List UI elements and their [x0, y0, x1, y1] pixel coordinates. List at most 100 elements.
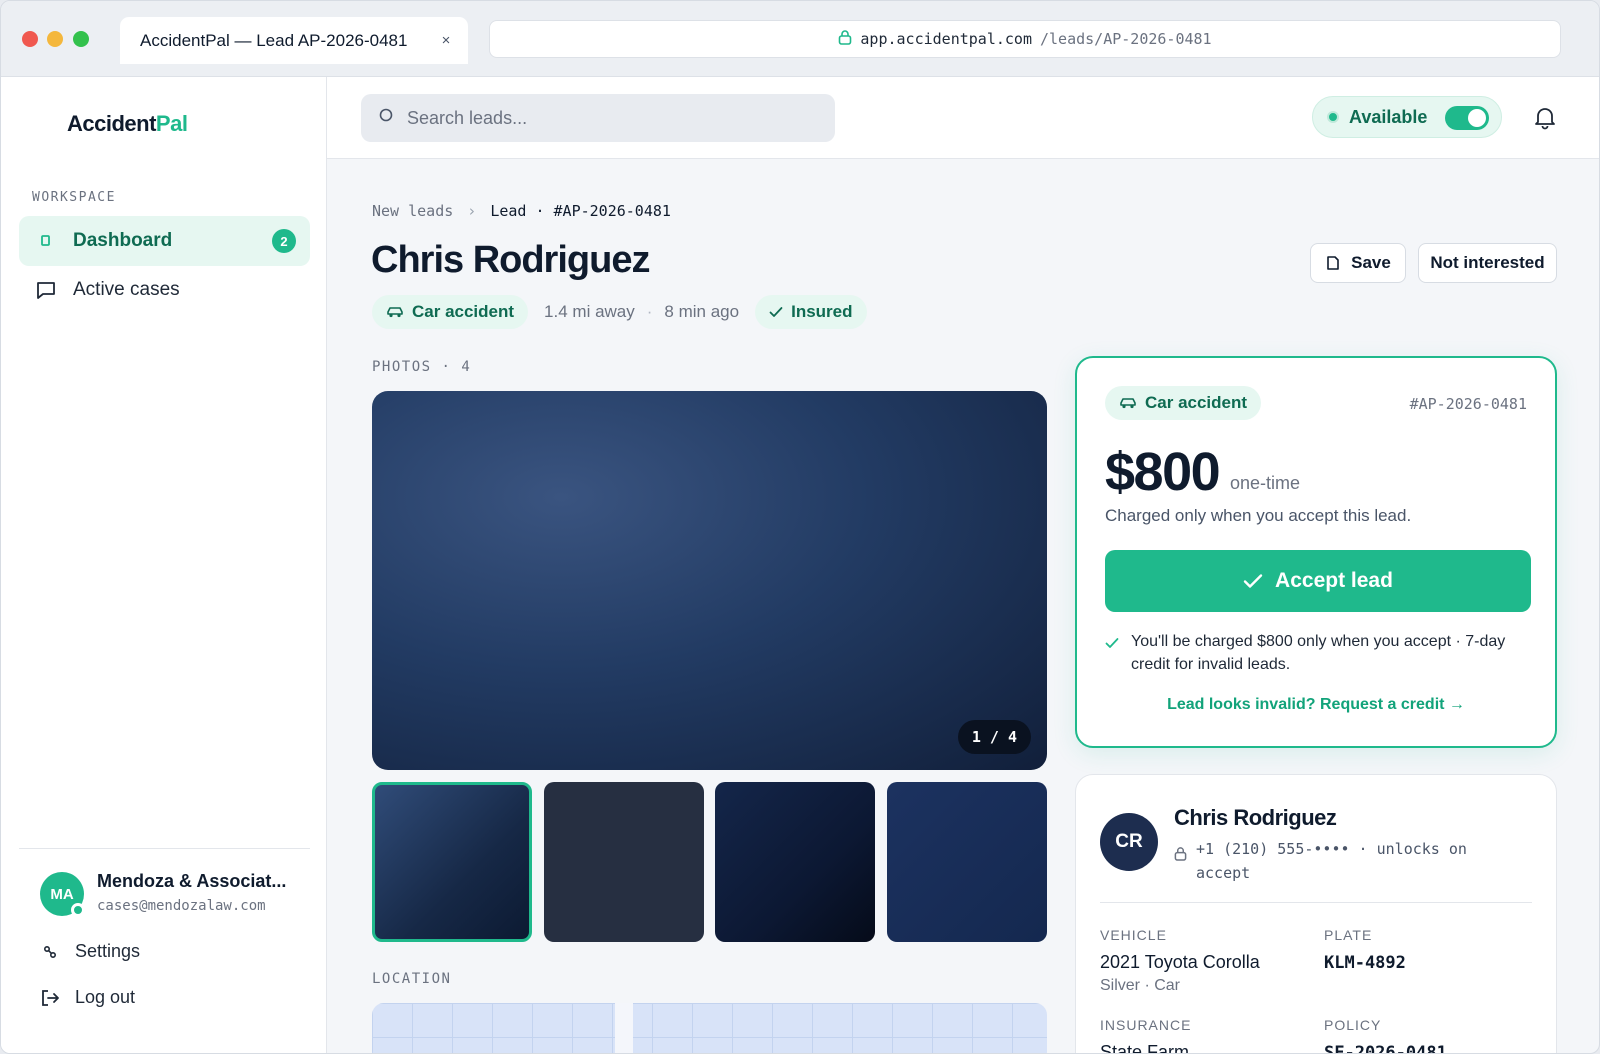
breadcrumb-current: Lead · #AP-2026-0481 [490, 202, 671, 220]
location-section-label: LOCATION [372, 971, 452, 987]
maximize-window-button[interactable] [73, 31, 89, 47]
vehicle-label: VEHICLE [1100, 927, 1167, 943]
chevron-right-icon: › [467, 202, 477, 220]
sidebar-item-label: Dashboard [73, 230, 173, 251]
lead-distance: 1.4 mi away [544, 302, 635, 321]
sidebar: AccidentPal WORKSPACE Dashboard 2 Active… [1, 77, 327, 1053]
account-email: cases@mendozalaw.com [97, 898, 266, 914]
close-window-button[interactable] [22, 31, 38, 47]
url-bar[interactable]: app.accidentpal.com /leads/AP-2026-0481 [489, 20, 1561, 58]
contact-name: Chris Rodriguez [1174, 805, 1337, 830]
plate-value: KLM-4892 [1324, 953, 1406, 973]
square-icon [35, 230, 57, 252]
search-icon [379, 108, 395, 129]
tab-title: AccidentPal — Lead AP-2026-0481 [140, 30, 408, 50]
breadcrumb: New leads › Lead · #AP-2026-0481 [372, 202, 671, 220]
app-window: AccidentPal — Lead AP-2026-0481 × app.ac… [0, 0, 1600, 1054]
check-icon [1105, 630, 1131, 676]
tab-close-icon[interactable]: × [432, 32, 460, 49]
breadcrumb-parent[interactable]: New leads [372, 202, 453, 220]
accident-type-label: Car accident [412, 302, 515, 321]
search-input[interactable] [407, 107, 807, 129]
settings-icon [39, 944, 61, 960]
insured-badge: Insured [755, 295, 867, 329]
bookmark-icon [1325, 255, 1341, 271]
logo-main-text: Accident [67, 111, 156, 136]
save-label: Save [1351, 253, 1391, 272]
price-note: Charged only when you accept this lead. [1105, 506, 1412, 525]
accident-type-badge: Car accident [1105, 386, 1262, 420]
lead-time: 8 min ago [664, 302, 740, 321]
vehicle-sub: Silver · Car [1100, 977, 1181, 994]
notification-badge: 2 [272, 229, 296, 253]
logout-icon [39, 988, 61, 1008]
availability-switch[interactable] [1445, 106, 1489, 130]
availability-toggle[interactable]: Available [1312, 96, 1502, 138]
sidebar-divider [19, 848, 310, 849]
meta-separator: · [646, 302, 653, 321]
search-box[interactable] [361, 94, 835, 142]
lock-icon [1174, 837, 1196, 885]
phone-locked-text: +1 (210) 555-•••• · unlocks on accept [1196, 840, 1467, 882]
not-interested-label: Not interested [1430, 253, 1545, 272]
photo-thumbnail[interactable] [544, 782, 704, 942]
logo[interactable]: AccidentPal [67, 111, 188, 137]
status-dot-icon [1327, 111, 1339, 123]
car-icon [1120, 398, 1136, 409]
accept-lead-button[interactable]: Accept lead [1105, 550, 1531, 612]
logout-link[interactable]: Log out [39, 987, 135, 1008]
settings-label: Settings [75, 941, 141, 961]
contact-divider [1100, 902, 1532, 903]
charge-note: You'll be charged $800 only when you acc… [1105, 630, 1535, 676]
lock-icon [838, 29, 852, 49]
contact-phone: +1 (210) 555-•••• · unlocks on accept [1174, 837, 1504, 885]
sidebar-item-active-cases[interactable]: Active cases [19, 265, 310, 315]
accept-lead-label: Accept lead [1275, 569, 1393, 592]
lead-meta-row: Car accident 1.4 mi away · 8 min ago Ins… [372, 295, 867, 329]
browser-chrome: AccidentPal — Lead AP-2026-0481 × app.ac… [1, 1, 1599, 77]
vehicle-value: 2021 Toyota Corolla [1100, 952, 1260, 972]
url-host: app.accidentpal.com [860, 30, 1032, 48]
settings-link[interactable]: Settings [39, 941, 140, 962]
account-name: Mendoza & Associat... [97, 871, 287, 891]
logo-accent-text: Pal [155, 111, 188, 136]
plate-label: PLATE [1324, 927, 1373, 943]
minimize-window-button[interactable] [47, 31, 63, 47]
chat-icon [35, 279, 57, 301]
check-icon [769, 307, 783, 317]
page-title: Chris Rodriguez [371, 239, 650, 281]
insurance-value: State Farm [1100, 1042, 1190, 1054]
bell-icon[interactable] [1531, 103, 1559, 131]
photo-thumbnail[interactable] [372, 782, 532, 942]
photos-section-label: PHOTOS · 4 [372, 359, 472, 375]
policy-label: POLICY [1324, 1017, 1382, 1033]
availability-label: Available [1349, 106, 1428, 127]
car-icon [387, 307, 403, 318]
sidebar-item-dashboard[interactable]: Dashboard 2 [19, 216, 310, 266]
photo-counter: 1 / 4 [957, 720, 1031, 754]
photo-thumbnail[interactable] [715, 782, 875, 942]
policy-value: SF-2026-0481 [1324, 1043, 1447, 1054]
request-credit-link[interactable]: Lead looks invalid? Request a credit → [1077, 696, 1555, 714]
lead-price: $800 [1105, 442, 1221, 502]
price-card: Car accident #AP-2026-0481 $800 one-time… [1075, 356, 1557, 748]
accident-type-label: Car accident [1145, 393, 1248, 412]
sidebar-item-label: Active cases [73, 279, 180, 300]
browser-tab[interactable]: AccidentPal — Lead AP-2026-0481 × [120, 17, 468, 64]
topbar: Available [327, 77, 1599, 159]
map-road [615, 1003, 633, 1053]
online-status-dot [71, 903, 85, 917]
photo-thumbnail[interactable] [887, 782, 1047, 942]
main-photo[interactable]: 1 / 4 [372, 391, 1047, 770]
charge-note-text: You'll be charged $800 only when you acc… [1131, 633, 1506, 673]
avatar: CR [1100, 813, 1158, 871]
check-icon [1243, 574, 1263, 588]
location-map[interactable] [372, 1003, 1047, 1053]
save-button[interactable]: Save [1310, 243, 1406, 283]
price-unit: one-time [1230, 473, 1301, 493]
not-interested-button[interactable]: Not interested [1418, 243, 1557, 283]
accident-type-badge: Car accident [372, 295, 529, 329]
insured-label: Insured [791, 302, 853, 321]
logout-label: Log out [75, 987, 136, 1007]
insurance-label: INSURANCE [1100, 1017, 1192, 1033]
